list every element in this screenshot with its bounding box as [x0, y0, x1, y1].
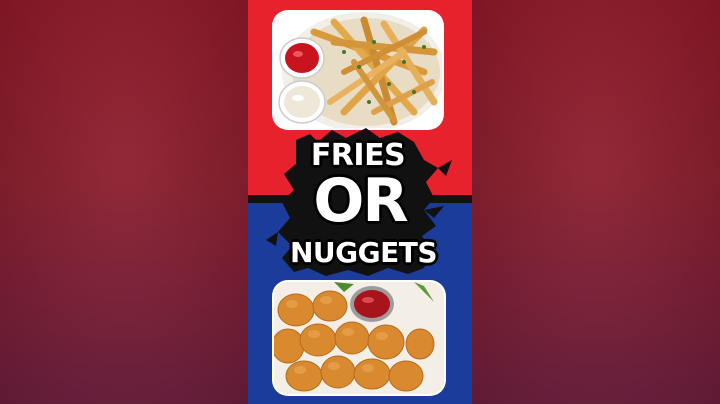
title-or: OR — [313, 166, 408, 236]
blurred-background-left — [0, 0, 248, 404]
thumbnail-stage: FRIES OR NUGGETS — [0, 0, 720, 404]
thumbnail-panel: FRIES OR NUGGETS — [248, 0, 472, 404]
blurred-background-right — [472, 0, 720, 404]
title-nuggets: NUGGETS — [290, 236, 438, 269]
